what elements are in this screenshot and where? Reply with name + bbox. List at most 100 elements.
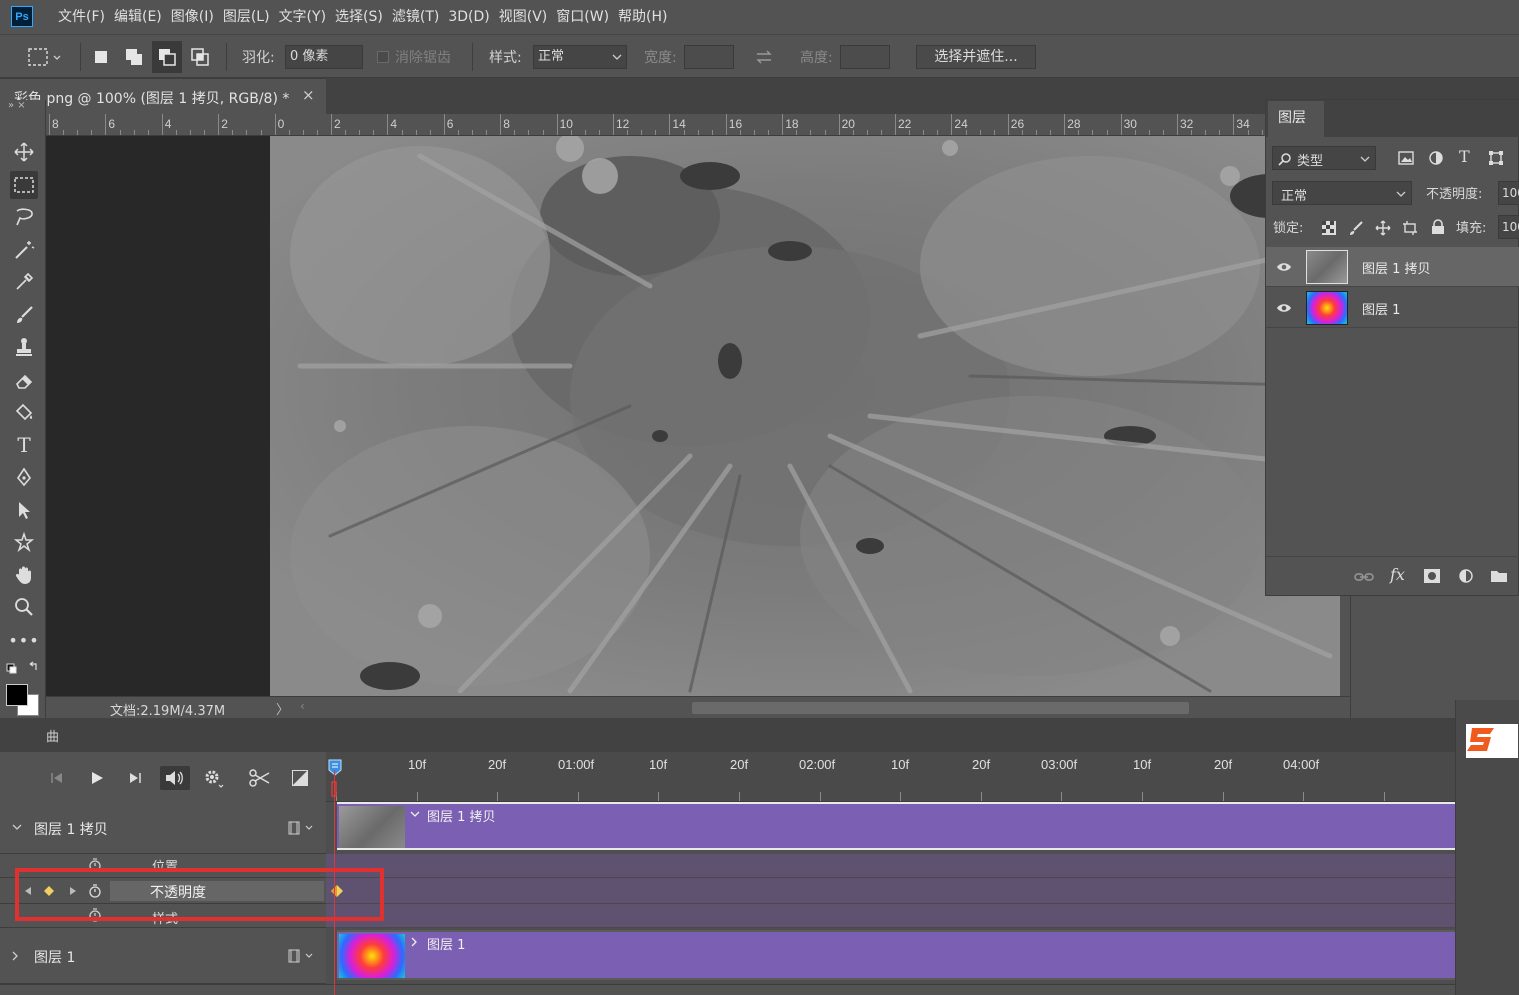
tab-layers[interactable]: 图层 xyxy=(1268,101,1324,137)
add-selection-button[interactable] xyxy=(124,35,144,79)
timeline-ruler-label: 10f xyxy=(1133,757,1152,772)
eyedropper-tool[interactable] xyxy=(10,268,38,296)
ruler-tick-label: 6 xyxy=(108,117,116,131)
zoom-tool[interactable] xyxy=(10,593,38,621)
filter-adjustment-layer-icon[interactable] xyxy=(1428,150,1444,166)
lock-image-pixels-icon[interactable] xyxy=(1348,220,1364,236)
menu-view[interactable]: 视图(V) xyxy=(498,0,556,34)
color-swatches-controls[interactable] xyxy=(6,660,42,676)
antialias-label: 消除锯齿 xyxy=(395,50,451,66)
menu-help[interactable]: 帮助(H) xyxy=(617,0,675,34)
lock-transparent-pixels-icon[interactable] xyxy=(1322,221,1336,235)
move-tool[interactable] xyxy=(10,138,38,166)
playhead-marker-icon[interactable] xyxy=(327,758,345,798)
lock-position-icon[interactable] xyxy=(1375,220,1391,236)
hand-tool[interactable] xyxy=(10,561,38,589)
play-icon[interactable] xyxy=(90,771,104,785)
blend-mode-select[interactable]: 正常 xyxy=(1272,181,1412,205)
layer-row-base[interactable]: 图层 1 xyxy=(1266,288,1519,328)
next-frame-icon[interactable] xyxy=(128,772,144,784)
visibility-eye-icon[interactable] xyxy=(1276,302,1292,314)
ruler-major-tick xyxy=(49,114,50,135)
lock-artboard-icon[interactable] xyxy=(1402,220,1418,236)
menu-filter[interactable]: 滤镜(T) xyxy=(391,0,447,34)
new-selection-button[interactable] xyxy=(92,35,110,79)
chevron-right-icon[interactable] xyxy=(411,937,419,947)
chevron-right-icon[interactable] xyxy=(12,951,20,961)
marquee-preset-picker[interactable] xyxy=(26,35,62,79)
document-tab[interactable]: 彩色.png @ 100% (图层 1 拷贝, RGB/8) * × xyxy=(0,78,326,114)
add-mask-icon[interactable] xyxy=(1424,569,1440,583)
opacity-input[interactable]: 100 xyxy=(1498,181,1519,205)
layer-filter-select[interactable]: 类型 xyxy=(1272,146,1376,170)
stamp-tool[interactable] xyxy=(10,333,38,361)
sogou-ime-logo[interactable] xyxy=(1466,724,1518,758)
visibility-eye-icon[interactable] xyxy=(1276,261,1292,273)
link-layers-icon[interactable] xyxy=(1354,571,1374,583)
menu-layer[interactable]: 图层(L) xyxy=(222,0,278,34)
antialias-checkbox[interactable]: 消除锯齿 xyxy=(377,35,451,79)
go-to-first-frame-icon[interactable] xyxy=(50,772,66,784)
audio-toggle-button[interactable] xyxy=(160,766,190,790)
feather-input[interactable]: 0 像素 xyxy=(285,45,363,69)
menu-image[interactable]: 图像(I) xyxy=(170,0,222,34)
foreground-color-swatch[interactable] xyxy=(6,684,28,706)
track-header-layer-copy[interactable]: 图层 1 拷贝 xyxy=(0,802,326,854)
timeline-ruler-label: 20f xyxy=(488,757,507,772)
clip-layer-1[interactable]: 图层 1 xyxy=(337,930,1455,980)
filter-shape-layer-icon[interactable] xyxy=(1488,150,1504,166)
width-input[interactable] xyxy=(684,45,734,69)
type-tool[interactable]: T xyxy=(10,431,38,459)
new-adjustment-layer-icon[interactable] xyxy=(1458,568,1474,584)
menu-edit[interactable]: 编辑(E) xyxy=(113,0,170,34)
transition-icon[interactable] xyxy=(292,770,308,786)
brush-tool[interactable] xyxy=(10,301,38,329)
film-strip-icon[interactable] xyxy=(288,821,316,835)
scroll-left-icon[interactable]: ‹ xyxy=(300,699,305,713)
collapse-panel-icon[interactable]: » × xyxy=(8,100,26,111)
chevron-down-icon[interactable] xyxy=(410,811,420,819)
status-menu-arrow-icon[interactable]: 〉 xyxy=(276,699,289,718)
paint-bucket-tool[interactable] xyxy=(10,398,38,426)
clip-layer-copy[interactable]: 图层 1 拷贝 xyxy=(337,802,1455,850)
menu-3d[interactable]: 3D(D) xyxy=(447,0,497,34)
filter-pixel-layer-icon[interactable] xyxy=(1398,151,1414,165)
document-canvas[interactable] xyxy=(270,136,1340,696)
select-and-mask-button[interactable]: 选择并遮住... xyxy=(916,45,1036,69)
close-tab-icon[interactable]: × xyxy=(302,86,315,104)
new-group-folder-icon[interactable] xyxy=(1490,569,1508,583)
style-select[interactable]: 正常 xyxy=(533,45,627,69)
path-selection-tool[interactable] xyxy=(10,496,38,524)
timeline-tab-label[interactable]: 曲 xyxy=(46,726,59,745)
photoshop-logo[interactable]: Ps xyxy=(11,6,33,27)
fill-input[interactable]: 100 xyxy=(1498,215,1519,239)
settings-gear-icon[interactable] xyxy=(204,769,224,789)
antialias-checkbox-box[interactable] xyxy=(377,51,389,63)
horizontal-scrollbar-thumb[interactable] xyxy=(692,702,1189,714)
timeline-ruler[interactable]: 10f 20f 01:00f 10f 20f 02:00f 10f 20f 03… xyxy=(326,752,1455,802)
lasso-tool[interactable] xyxy=(10,203,38,231)
subtract-selection-button[interactable] xyxy=(152,41,182,73)
film-strip-icon[interactable] xyxy=(288,949,316,963)
intersect-selection-button[interactable] xyxy=(190,35,210,79)
lock-all-icon[interactable] xyxy=(1431,219,1445,235)
more-tools-button[interactable]: ••• xyxy=(8,626,38,654)
filter-type-layer-icon[interactable]: T xyxy=(1459,147,1470,166)
ruler-tick-label: 26 xyxy=(1010,117,1025,131)
height-input[interactable] xyxy=(840,45,890,69)
swap-dimensions-button[interactable] xyxy=(754,35,774,79)
pen-tool[interactable] xyxy=(10,463,38,491)
menu-window[interactable]: 窗口(W) xyxy=(555,0,617,34)
layer-row-copy[interactable]: 图层 1 拷贝 xyxy=(1266,247,1519,287)
menu-type[interactable]: 文字(Y) xyxy=(278,0,334,34)
eraser-tool[interactable] xyxy=(10,366,38,394)
rect-marquee-tool[interactable] xyxy=(10,171,38,199)
scissors-icon[interactable] xyxy=(249,769,271,787)
custom-shape-tool[interactable] xyxy=(10,528,38,556)
track-header-layer-1[interactable]: 图层 1 xyxy=(0,928,326,984)
chevron-down-icon[interactable] xyxy=(12,824,22,832)
menu-select[interactable]: 选择(S) xyxy=(334,0,391,34)
magic-wand-tool[interactable] xyxy=(10,236,38,264)
menu-file[interactable]: 文件(F) xyxy=(57,0,113,34)
layer-style-fx-icon[interactable]: fx xyxy=(1390,565,1405,584)
